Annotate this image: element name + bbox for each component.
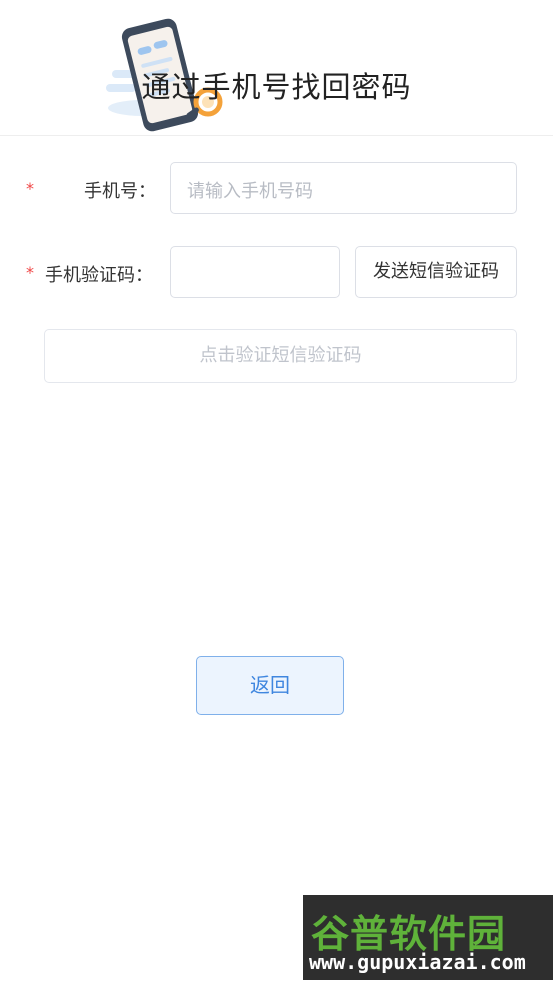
sms-code-row: * 手机验证码： 发送短信验证码 xyxy=(0,246,553,300)
required-mark: * xyxy=(26,263,34,282)
send-sms-code-button[interactable]: 发送短信验证码 xyxy=(355,246,517,298)
phone-row: * 手机号： 请输入手机号码 xyxy=(0,162,553,216)
page-header: 通过手机号找回密码 xyxy=(0,0,553,136)
verify-sms-code-button[interactable]: 点击验证短信验证码 xyxy=(44,329,517,383)
watermark: 谷普软件园 www.gupuxiazai.com xyxy=(303,895,553,980)
watermark-url: www.gupuxiazai.com xyxy=(309,950,526,974)
phone-label: 手机号： xyxy=(84,181,156,202)
phone-input-placeholder: 请输入手机号码 xyxy=(187,181,313,202)
back-button[interactable]: 返回 xyxy=(196,656,344,715)
phone-input[interactable]: 请输入手机号码 xyxy=(170,162,517,214)
sms-code-input[interactable] xyxy=(170,246,340,298)
sms-code-label: 手机验证码： xyxy=(45,265,153,286)
page-title: 通过手机号找回密码 xyxy=(141,70,412,104)
required-mark: * xyxy=(26,179,34,198)
